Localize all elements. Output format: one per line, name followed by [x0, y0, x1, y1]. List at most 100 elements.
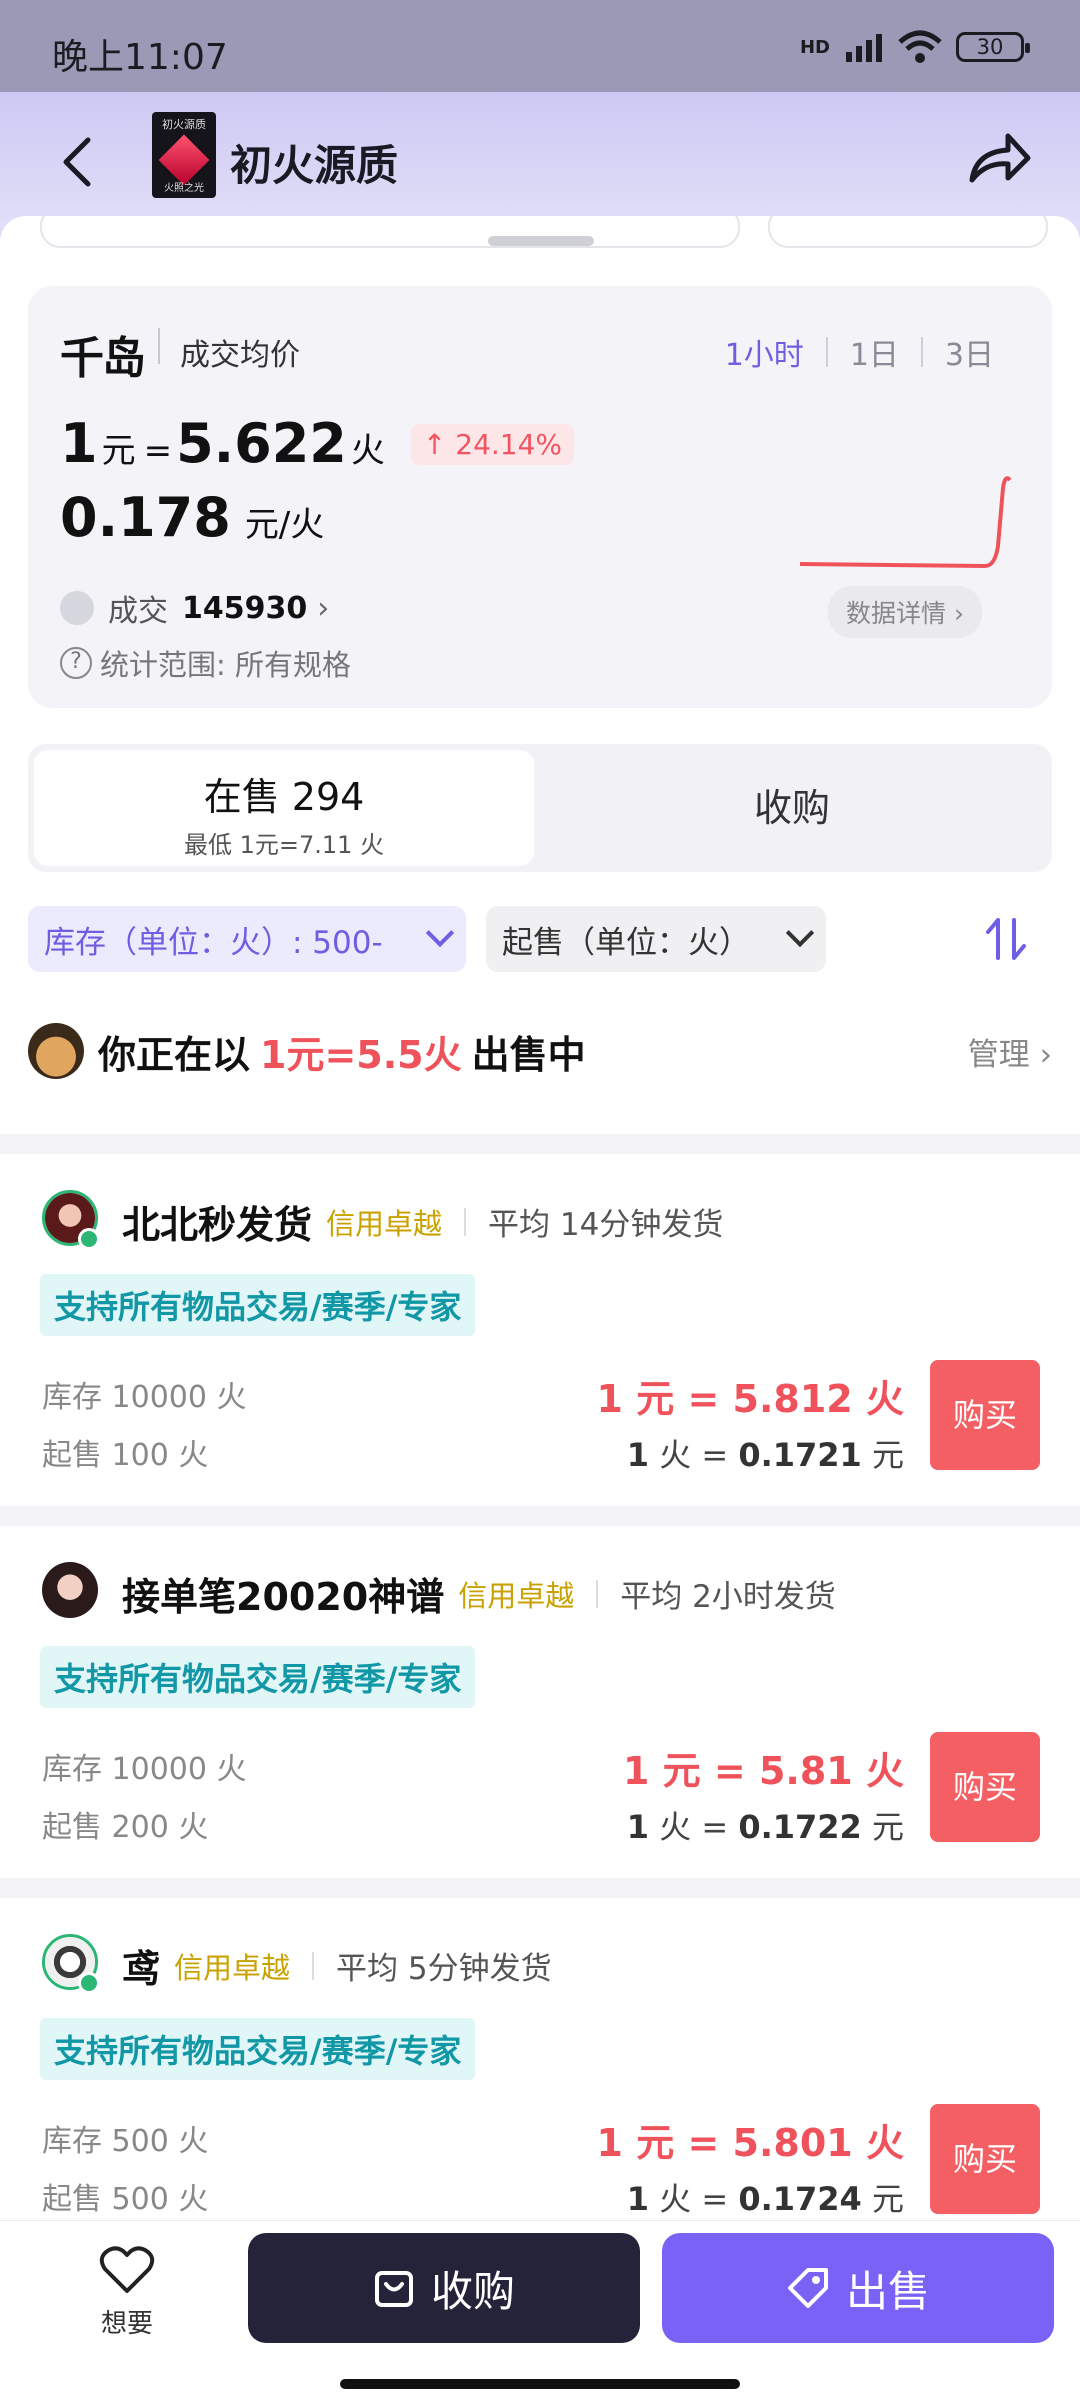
rate-yuan-value: 1 — [596, 2121, 623, 2165]
unit-yuan: 元 — [871, 1436, 904, 1474]
buy-button[interactable]: 购买 — [930, 1360, 1040, 1470]
avatar — [28, 1023, 84, 1079]
seller-name-row: 北北秒发货 信用卓越 平均 14分钟发货 — [122, 1194, 723, 1249]
price-card-label: 成交均价 — [180, 338, 300, 373]
seller-inverse-rate: 1 火 = 0.1724 元 — [626, 2180, 904, 2218]
help-icon[interactable]: ? — [60, 647, 92, 679]
status-time: 晚上11:07 — [52, 37, 228, 78]
deal-label: 成交 — [108, 594, 168, 629]
rate-eq: = — [143, 431, 173, 471]
change-badge: ↑ 24.14% — [410, 424, 575, 465]
unit-fire: 火 — [865, 2121, 904, 2165]
seller-min-order: 起售 100 火 — [42, 1438, 209, 1473]
tab-selling[interactable]: 在售 294 最低 1元=7.11 火 — [34, 750, 534, 866]
avatar — [42, 1562, 98, 1618]
tab-buying[interactable]: 收购 — [538, 750, 1046, 866]
seller-stock: 库存 10000 火 — [42, 1380, 247, 1415]
sell-button[interactable]: 出售 — [662, 2233, 1054, 2343]
support-tag: 支持所有物品交易/赛季/专家 — [40, 1646, 476, 1708]
chevron-down-icon — [425, 918, 455, 948]
seller-name-row: 鸢 信用卓越 平均 5分钟发货 — [122, 1938, 552, 1993]
range-tabs: 1小时 1日 3日 — [703, 330, 1016, 374]
tab-selling-label: 在售 294 — [203, 775, 365, 819]
data-detail-button[interactable]: 数据详情 › — [828, 586, 982, 638]
home-indicator[interactable] — [340, 2379, 740, 2389]
purchase-button[interactable]: 收购 — [248, 2233, 640, 2343]
purchase-label: 收购 — [430, 2266, 515, 2316]
inv-fire-value: 1 — [626, 1808, 649, 1846]
network-label: HD — [799, 36, 830, 58]
bag-icon — [374, 2271, 413, 2307]
seller-min-order: 起售 500 火 — [42, 2182, 209, 2217]
unit-fire: 火 — [659, 1808, 692, 1846]
range-tab-3d[interactable]: 3日 — [923, 330, 1016, 374]
brand-logo: 千岛 — [60, 333, 146, 384]
rate-prefix: 1 — [60, 412, 98, 475]
seller-inverse-rate: 1 火 = 0.1721 元 — [626, 1436, 904, 1474]
rate-value: 5.622 — [176, 412, 347, 475]
avg-ship-time: 平均 2小时发货 — [620, 1579, 836, 1615]
inv-fire-value: 1 — [626, 1436, 649, 1474]
chevron-right-icon: › — [317, 590, 330, 626]
share-icon[interactable] — [964, 122, 1034, 192]
rate-yuan-value: 1 — [596, 1377, 623, 1421]
range-tab-1d[interactable]: 1日 — [828, 330, 921, 374]
credit-badge: 信用卓越 — [326, 1206, 443, 1241]
buy-button[interactable]: 购买 — [930, 2104, 1040, 2214]
credit-badge: 信用卓越 — [174, 1950, 291, 1985]
inv-yuan-value: 0.1721 — [738, 1436, 862, 1474]
heart-icon — [99, 2246, 155, 2293]
seller-name-row: 接单笔20020神谱 信用卓越 平均 2小时发货 — [122, 1566, 836, 1621]
item-thumbnail: 初火源质 火照之光 — [152, 112, 216, 198]
change-value: 24.14% — [455, 428, 563, 461]
sell-label: 出售 — [845, 2266, 930, 2316]
peek-card-left — [40, 216, 740, 248]
wifi-icon — [898, 30, 942, 63]
unit-fire: 火 — [865, 1749, 904, 1793]
buy-button[interactable]: 购买 — [930, 1732, 1040, 1842]
unit-yuan: 元 — [636, 2121, 675, 2165]
thumb-text-bottom: 火照之光 — [164, 183, 204, 194]
section-gap — [0, 1506, 1080, 1526]
back-icon[interactable] — [52, 126, 108, 198]
seller-stock: 库存 500 火 — [42, 2124, 209, 2159]
chevron-down-icon — [785, 918, 815, 948]
manage-link[interactable]: 管理 › — [968, 1029, 1052, 1074]
seller-card: 鸢 信用卓越 平均 5分钟发货 支持所有物品交易/赛季/专家 库存 500 火 … — [0, 1898, 1080, 2220]
inverse-rate-line: 0.178 元/火 — [60, 486, 328, 549]
deal-line[interactable]: 成交 145930 › — [60, 586, 329, 630]
seller-rate: 1 元 = 5.801 火 — [596, 2121, 904, 2165]
support-tag: 支持所有物品交易/赛季/专家 — [40, 1274, 476, 1336]
inv-fire-value: 1 — [626, 2180, 649, 2218]
drag-handle[interactable] — [488, 236, 594, 246]
data-detail-label: 数据详情 — [846, 599, 947, 628]
section-gap — [0, 1134, 1080, 1154]
seller-name[interactable]: 北北秒发货 — [122, 1194, 312, 1249]
online-indicator — [78, 1972, 100, 1994]
unit-fire: 火 — [659, 1436, 692, 1474]
rate-yuan-unit: 元 — [101, 431, 136, 471]
divider — [464, 1207, 467, 1236]
unit-yuan: 元 — [871, 1808, 904, 1846]
stock-filter[interactable]: 库存（单位：火）: 500- — [28, 906, 466, 972]
divider — [312, 1951, 315, 1980]
page-title: 初火源质 — [230, 141, 399, 190]
unit-yuan: 元 — [662, 1749, 701, 1793]
min-order-filter[interactable]: 起售（单位：火） — [486, 906, 826, 972]
avg-ship-time: 平均 5分钟发货 — [336, 1951, 552, 1987]
selling-prefix: 你正在以 — [98, 1032, 251, 1077]
seller-name[interactable]: 接单笔20020神谱 — [122, 1566, 444, 1621]
rate-fire-value: 5.801 — [732, 2121, 853, 2165]
thumb-text-top: 初火源质 — [162, 118, 206, 131]
selling-text: 你正在以 1元=5.5火 出售中 — [98, 1024, 586, 1079]
rate-yuan-value: 1 — [622, 1749, 650, 1793]
want-button[interactable]: 想要 — [90, 2245, 164, 2340]
want-label: 想要 — [100, 2309, 153, 2339]
section-gap — [0, 1878, 1080, 1898]
sort-icon[interactable] — [982, 914, 1032, 964]
range-tab-1h[interactable]: 1小时 — [703, 330, 826, 374]
seller-name[interactable]: 鸢 — [122, 1938, 160, 1993]
unit-yuan: 元 — [636, 1377, 675, 1421]
signal-icon — [846, 34, 882, 62]
unit-fire: 火 — [865, 1377, 904, 1421]
